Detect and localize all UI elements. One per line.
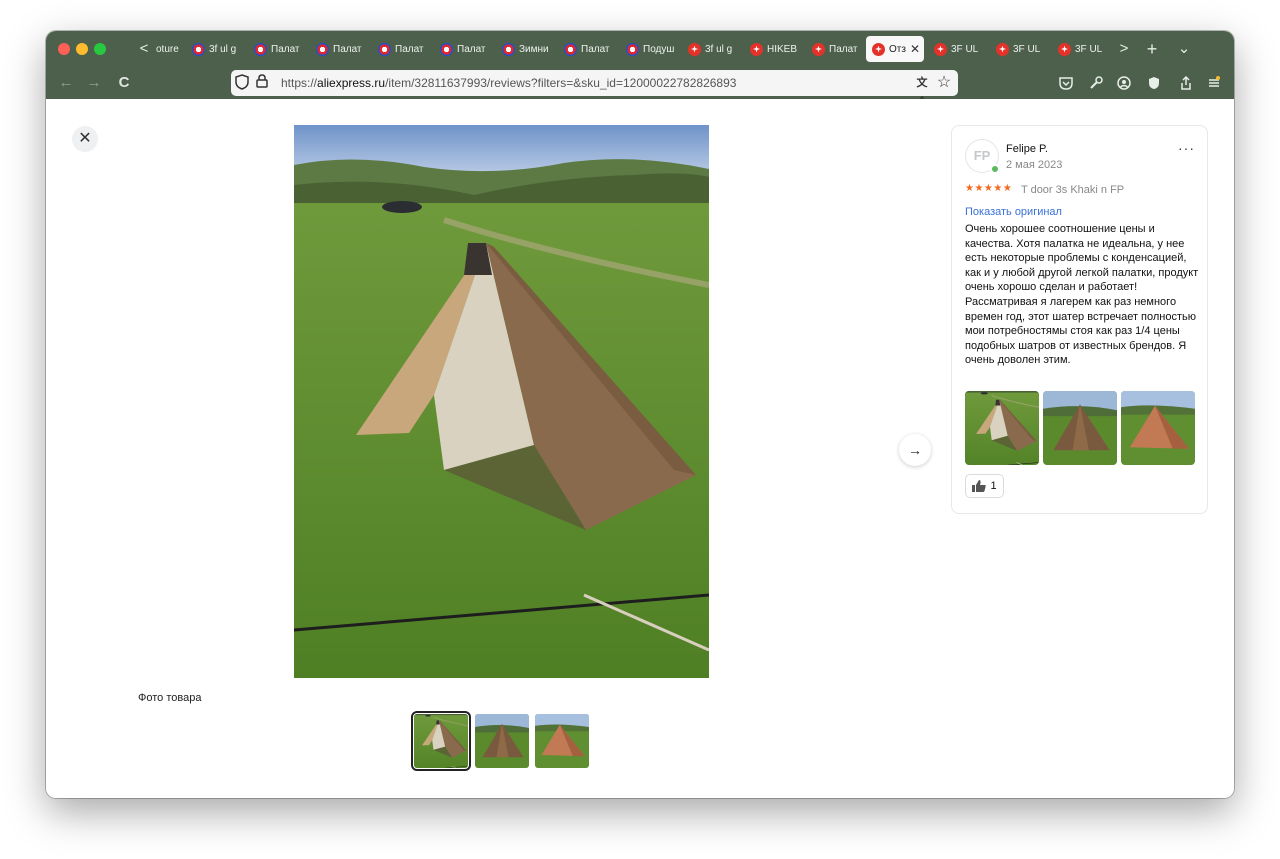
- tab[interactable]: Палат: [248, 36, 308, 62]
- url-prefix: https://: [281, 76, 318, 90]
- aliexpress-favicon-icon: [750, 42, 763, 56]
- shield-icon[interactable]: [235, 74, 253, 92]
- aliexpress-favicon-icon: [812, 42, 825, 56]
- tab-label: Палат: [333, 43, 362, 55]
- url-domain: aliexpress.ru: [317, 76, 386, 90]
- review-photo-3[interactable]: [1121, 391, 1195, 465]
- forward-button[interactable]: →: [84, 73, 104, 93]
- site-favicon-icon: [502, 42, 515, 56]
- gallery-thumbnail-2[interactable]: [475, 714, 529, 768]
- site-favicon-icon: [254, 42, 267, 56]
- tab[interactable]: HIKEB: [744, 36, 804, 62]
- menu-icon[interactable]: [1204, 73, 1224, 93]
- tab[interactable]: Палат: [372, 36, 432, 62]
- tab[interactable]: 3f ul g: [682, 36, 742, 62]
- close-gallery-button[interactable]: ✕: [72, 126, 98, 152]
- tab-label: 3F UL: [1013, 43, 1041, 55]
- tab[interactable]: 3F UL: [1052, 36, 1112, 62]
- tab-label: Подуш: [643, 43, 675, 55]
- tab-label: 3f ul g: [209, 43, 237, 55]
- aliexpress-favicon-icon: [688, 42, 701, 56]
- verified-buyer-icon: [990, 164, 1000, 174]
- close-window-button[interactable]: [58, 43, 70, 55]
- review-photo-1[interactable]: [965, 391, 1039, 465]
- next-photo-button[interactable]: →: [899, 434, 931, 466]
- browser-window: < oture 3f ul g Палат Палат Палат Палат …: [46, 31, 1234, 798]
- navigation-toolbar: ← → C https://aliexpress.ru/item/3281163…: [46, 67, 1234, 107]
- gallery-thumbnail-1[interactable]: [411, 711, 471, 771]
- new-tab-button[interactable]: +: [1142, 39, 1162, 59]
- review-date: 2 мая 2023: [1006, 159, 1063, 171]
- show-original-link[interactable]: Показать оригинал: [965, 206, 1062, 218]
- tab-label: Отз: [889, 43, 906, 55]
- tab-label: Палат: [271, 43, 300, 55]
- tab-label: Палат: [581, 43, 610, 55]
- rating-stars: ★★★★★: [965, 183, 1013, 194]
- tab-label: Палат: [829, 43, 858, 55]
- url-bar[interactable]: https://aliexpress.ru/item/32811637993/r…: [231, 70, 958, 107]
- thumbs-up-icon: [972, 480, 987, 492]
- tab-label: 3F UL: [951, 43, 979, 55]
- back-button[interactable]: ←: [56, 73, 76, 93]
- site-favicon-icon: [192, 42, 205, 56]
- tab[interactable]: 3F UL: [990, 36, 1050, 62]
- site-favicon-icon: [440, 42, 453, 56]
- product-variant: T door 3s Khaki n FP: [1021, 184, 1125, 196]
- site-favicon-icon: [378, 42, 391, 56]
- tab-label: Зимни: [519, 43, 549, 55]
- main-review-photo: [294, 125, 709, 678]
- tab-list-icon[interactable]: ⌄: [1174, 39, 1194, 59]
- bookmark-star-icon[interactable]: ☆: [935, 74, 953, 92]
- like-button[interactable]: 1: [965, 474, 1004, 498]
- tab[interactable]: Палат: [806, 36, 864, 62]
- wrench-icon[interactable]: [1086, 73, 1106, 93]
- tab-label: 3f ul g: [705, 43, 733, 55]
- like-count: 1: [990, 480, 997, 492]
- url-path: /item/32811637993/reviews?filters=&sku_i…: [385, 76, 737, 90]
- review-author: Felipe P.: [1006, 143, 1048, 155]
- zoom-window-button[interactable]: [94, 43, 106, 55]
- translate-icon[interactable]: 文A: [913, 74, 931, 107]
- more-options-button[interactable]: ···: [1178, 140, 1195, 156]
- tab-label: 3F UL: [1075, 43, 1103, 55]
- tab[interactable]: Зимни: [496, 36, 556, 62]
- site-favicon-icon: [564, 42, 577, 56]
- tab[interactable]: Палат: [434, 36, 494, 62]
- tab[interactable]: Палат: [558, 36, 618, 62]
- tab[interactable]: oture: [150, 36, 180, 62]
- aliexpress-favicon-icon: [872, 42, 885, 56]
- review-gallery-page: ✕ Фото товара → FP Felipe P. 2 мая 2023 …: [46, 99, 1234, 798]
- aliexpress-favicon-icon: [1058, 42, 1071, 56]
- tab-active[interactable]: Отз ✕: [866, 36, 924, 62]
- tab-label: Палат: [395, 43, 424, 55]
- tab[interactable]: Подуш: [620, 36, 680, 62]
- reload-button[interactable]: C: [114, 73, 134, 93]
- pocket-icon[interactable]: [1056, 73, 1076, 93]
- url-text[interactable]: https://aliexpress.ru/item/32811637993/r…: [281, 76, 736, 90]
- aliexpress-favicon-icon: [934, 42, 947, 56]
- gallery-thumbnail-3[interactable]: [535, 714, 589, 768]
- share-icon[interactable]: [1176, 73, 1196, 93]
- tab-label: HIKEB: [767, 43, 798, 55]
- tab[interactable]: 3F UL: [928, 36, 988, 62]
- tab-label: oture: [156, 43, 179, 55]
- lock-icon[interactable]: [256, 74, 274, 92]
- review-photo-2[interactable]: [1043, 391, 1117, 465]
- aliexpress-favicon-icon: [996, 42, 1009, 56]
- site-favicon-icon: [316, 42, 329, 56]
- tab-bar: < oture 3f ul g Палат Палат Палат Палат …: [46, 31, 1234, 67]
- scroll-tabs-right-icon[interactable]: >: [1114, 39, 1134, 59]
- tab-label: Палат: [457, 43, 486, 55]
- site-favicon-icon: [626, 42, 639, 56]
- review-card: FP Felipe P. 2 мая 2023 ··· ★★★★★ T door…: [951, 125, 1208, 514]
- tab[interactable]: Палат: [310, 36, 370, 62]
- tab[interactable]: 3f ul g: [186, 36, 246, 62]
- minimize-window-button[interactable]: [76, 43, 88, 55]
- photo-section-label: Фото товара: [138, 692, 202, 704]
- close-tab-icon[interactable]: ✕: [910, 42, 920, 56]
- review-text: Очень хорошее соотношение цены и качеств…: [965, 223, 1199, 367]
- extension-shield-icon[interactable]: [1144, 73, 1164, 93]
- account-icon[interactable]: [1114, 73, 1134, 93]
